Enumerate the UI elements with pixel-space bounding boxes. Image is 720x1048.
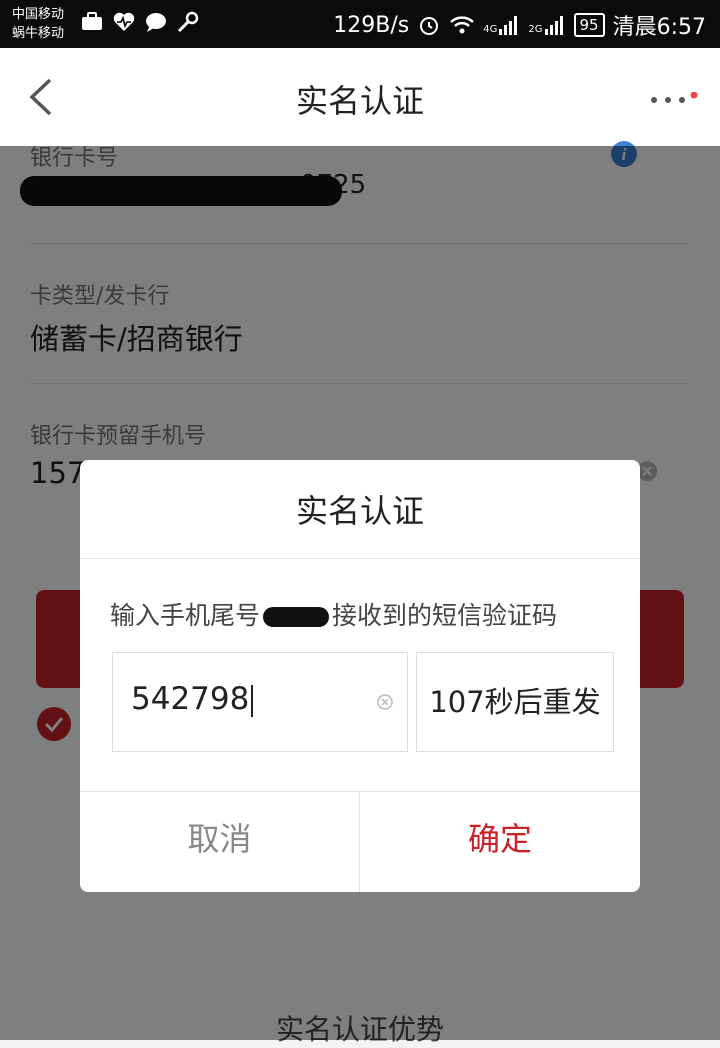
sms-code-value[interactable]: 542798 bbox=[131, 681, 254, 717]
signal-2-icon: 2G bbox=[528, 15, 565, 35]
nav-bar: 实名认证 bbox=[0, 48, 720, 147]
signal-4g-label: 4G bbox=[483, 24, 498, 35]
key-icon bbox=[177, 11, 199, 33]
heart-rate-icon bbox=[113, 12, 135, 31]
notification-icons bbox=[80, 10, 200, 34]
battery-icon: 95 bbox=[573, 13, 605, 37]
message-suffix: 接收到的短信验证码 bbox=[332, 601, 558, 630]
net-speed: 129B/s bbox=[333, 12, 410, 38]
chat-icon bbox=[146, 13, 166, 32]
alarm-icon bbox=[420, 17, 439, 35]
redaction-mask bbox=[263, 607, 330, 627]
carrier-1: 中国移动 bbox=[12, 7, 65, 22]
text-cursor bbox=[251, 684, 254, 717]
message-prefix: 输入手机尾号 bbox=[110, 601, 261, 630]
signal-2g-label: 2G bbox=[528, 24, 543, 35]
dialog-divider bbox=[80, 558, 640, 559]
clock: 清晨6:57 bbox=[612, 15, 706, 40]
wifi-icon bbox=[450, 16, 475, 34]
sms-code-text: 542798 bbox=[131, 681, 250, 717]
dialog-title: 实名认证 bbox=[295, 492, 424, 530]
verification-dialog: 实名认证 输入手机尾号 接收到的短信验证码 542798 107秒后重发 取消 确… bbox=[80, 460, 640, 892]
sms-code-input[interactable]: 542798 bbox=[112, 652, 408, 752]
resend-code-button[interactable]: 107秒后重发 bbox=[416, 652, 614, 752]
carrier-info: 中国移动 蜗牛移动 bbox=[12, 5, 64, 43]
dialog-message: 输入手机尾号 接收到的短信验证码 bbox=[110, 596, 557, 632]
status-right: 129B/s 4G 2G 95 清晨6:57 bbox=[333, 9, 706, 41]
clear-input-icon[interactable] bbox=[377, 694, 393, 710]
more-dots-icon[interactable] bbox=[648, 92, 698, 106]
cancel-button[interactable]: 取消 bbox=[80, 791, 359, 892]
dialog-buttons: 取消 确定 bbox=[80, 791, 640, 892]
briefcase-icon bbox=[82, 12, 102, 30]
signal-icon: 4G bbox=[483, 15, 520, 35]
carrier-2: 蜗牛移动 bbox=[12, 26, 65, 41]
status-bar: 中国移动 蜗牛移动 129B/s 4G 2G 95 清晨6:57 bbox=[0, 0, 720, 48]
page-title: 实名认证 bbox=[295, 82, 424, 120]
confirm-button[interactable]: 确定 bbox=[360, 791, 640, 892]
